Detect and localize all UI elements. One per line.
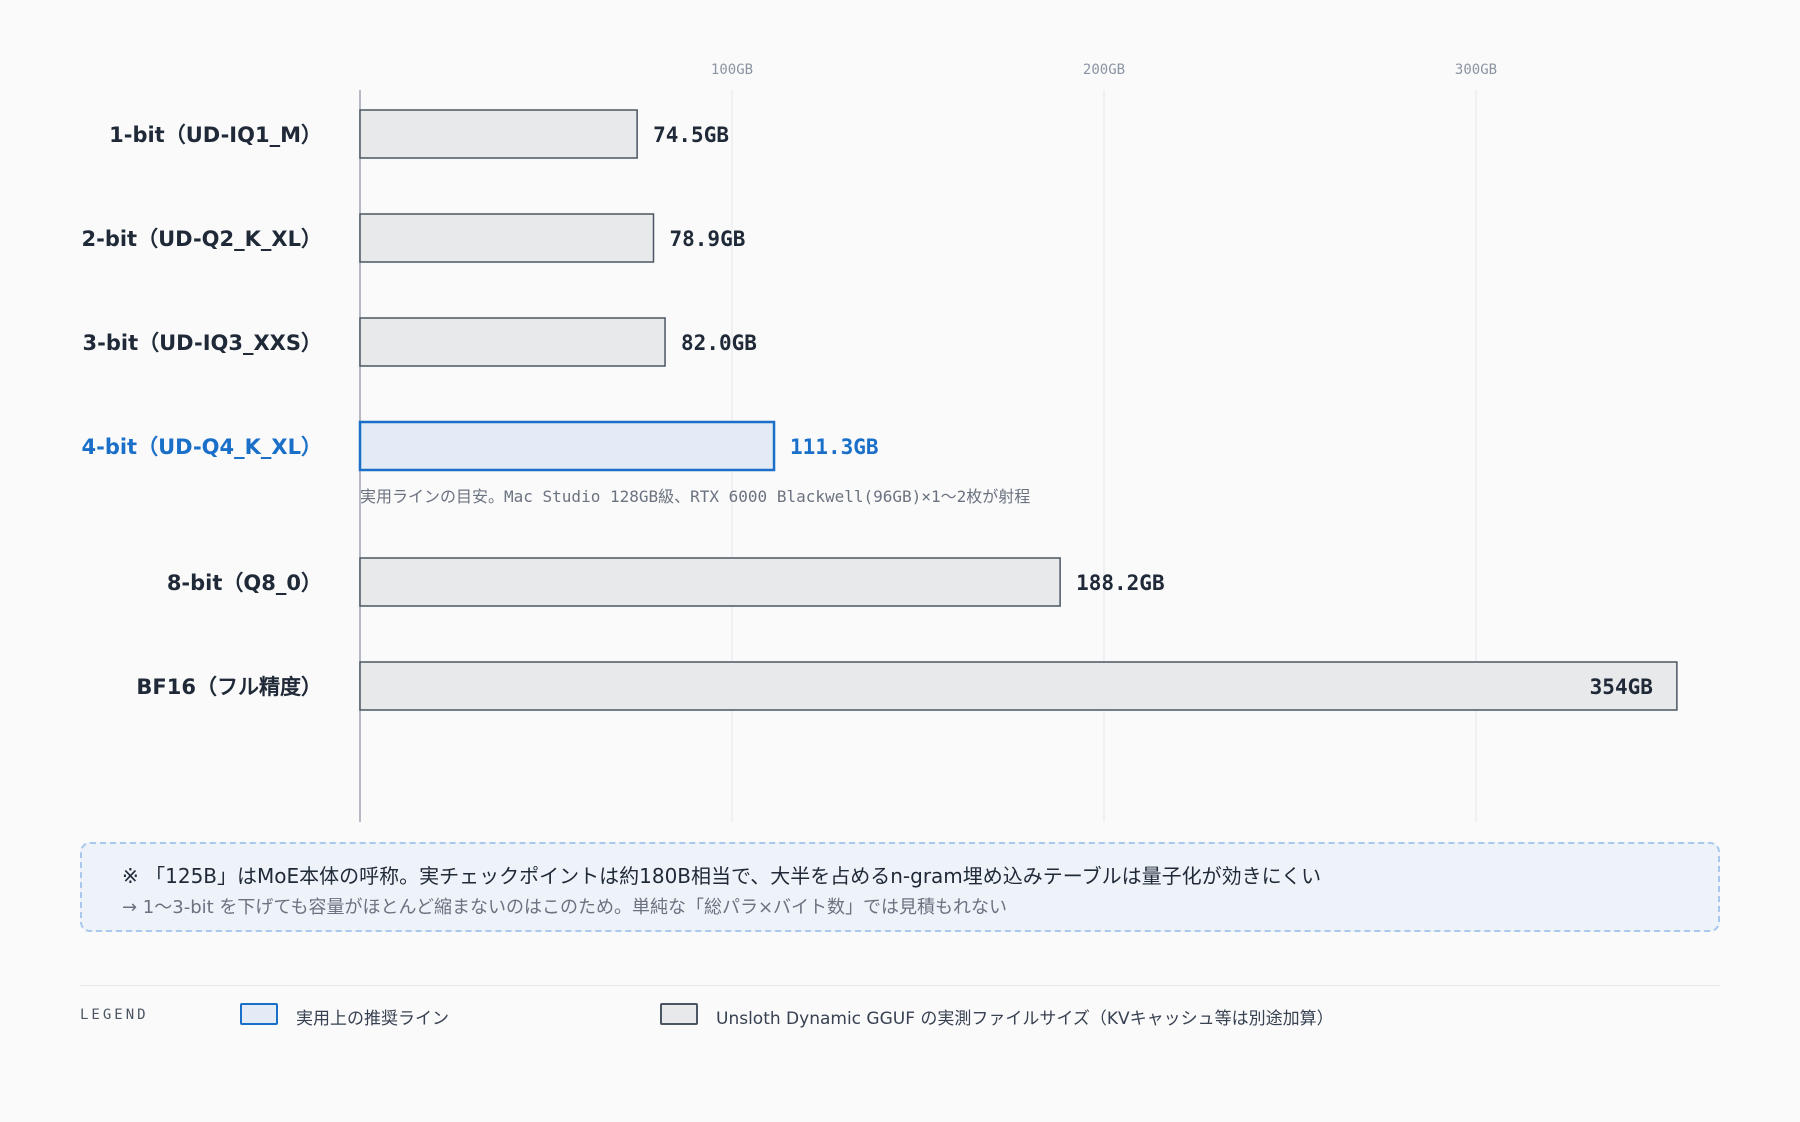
legend: LEGEND 実用上の推奨ライン Unsloth Dynamic GGUF の実… [80, 1001, 1720, 1031]
category-label: 2-bit（UD-Q2_K_XL） [82, 227, 323, 251]
highlight-note: 実用ラインの目安。Mac Studio 128GB級、RTX 6000 Blac… [360, 487, 1030, 506]
bar [359, 557, 1061, 607]
legend-title: LEGEND [80, 1007, 149, 1023]
x-tick-label: 300GB [1455, 62, 1497, 78]
legend-divider [80, 985, 1720, 986]
value-label: 188.2GB [1076, 571, 1165, 595]
note-callout: ※ 「125B」はMoE本体の呼称。実チェックポイントは約180B相当で、大半を… [80, 842, 1720, 932]
legend-label-recommended: 実用上の推奨ライン [296, 1009, 449, 1029]
bar [359, 317, 666, 367]
bar [359, 661, 1678, 711]
category-label: 8-bit（Q8_0） [167, 571, 322, 595]
legend-swatch-measured [660, 1003, 698, 1025]
x-tick-label: 200GB [1083, 62, 1125, 78]
legend-swatch-recommended [240, 1003, 278, 1025]
value-label: 354GB [1590, 675, 1653, 699]
bar [358, 420, 776, 472]
x-tick-label: 100GB [711, 62, 753, 78]
value-label: 78.9GB [670, 227, 746, 251]
callout-line-2: → 1〜3-bit を下げても容量がほとんど縮まないのはこのため。単純な「総パラ… [122, 897, 1008, 918]
bar-chart: 100GB 200GB 300GB 1-bit（UD-IQ1_M） 74.5GB 2-bi… [82, 62, 1678, 822]
legend-label-measured: Unsloth Dynamic GGUF の実測ファイルサイズ（KVキャッシュ等… [716, 1009, 1334, 1029]
callout-line-1: ※ 「125B」はMoE本体の呼称。実チェックポイントは約180B相当で、大半を… [122, 864, 1322, 888]
bar [359, 213, 655, 263]
category-label: 3-bit（UD-IQ3_XXS） [83, 331, 322, 355]
value-label: 82.0GB [681, 331, 757, 355]
category-label: 1-bit（UD-IQ1_M） [109, 123, 322, 147]
category-label: 4-bit（UD-Q4_K_XL） [82, 435, 323, 459]
value-label: 111.3GB [790, 435, 879, 459]
bar [359, 109, 638, 159]
category-label: BF16（フル精度） [136, 675, 322, 699]
value-label: 74.5GB [653, 123, 729, 147]
